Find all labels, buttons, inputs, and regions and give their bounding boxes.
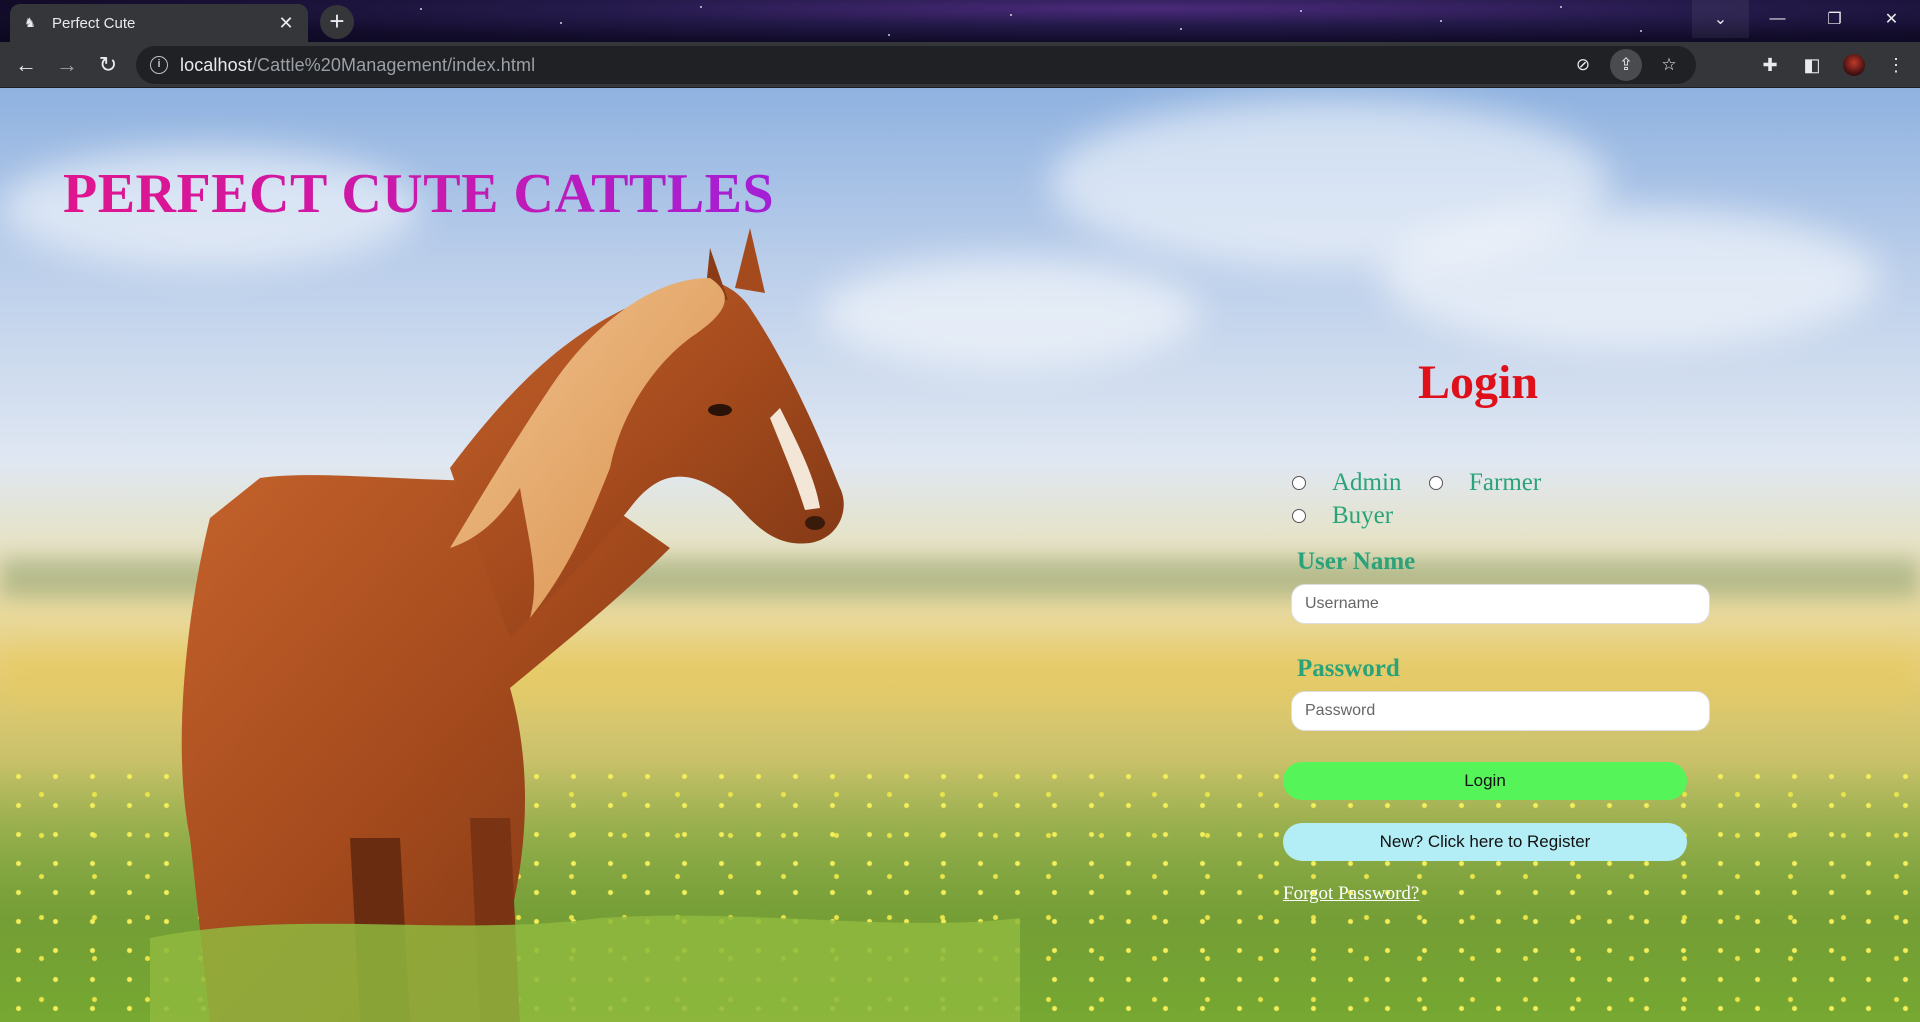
eye-off-icon[interactable]: ⊘ <box>1570 52 1596 78</box>
forward-icon[interactable]: → <box>51 49 83 81</box>
extensions-icon[interactable]: ✚ <box>1754 49 1786 81</box>
password-input[interactable] <box>1291 691 1710 731</box>
back-icon[interactable]: ← <box>10 49 42 81</box>
role-label-buyer: Buyer <box>1332 502 1394 529</box>
admin-radio[interactable] <box>1292 476 1306 490</box>
forgot-password-link[interactable]: Forgot Password? <box>1283 883 1419 905</box>
close-icon[interactable]: ✕ <box>1863 0 1920 38</box>
browser-titlebar: ♞ Perfect Cute ✕ + ⌄ — ❐ ✕ <box>0 0 1920 42</box>
menu-icon[interactable]: ⋮ <box>1880 49 1912 81</box>
share-icon[interactable]: ⇪ <box>1610 49 1642 81</box>
url-text[interactable]: localhost/Cattle%20Management/index.html <box>180 55 535 76</box>
horse-image <box>150 228 1020 1022</box>
browser-tab[interactable]: ♞ Perfect Cute ✕ <box>10 4 308 42</box>
login-heading: Login <box>1418 356 1539 409</box>
avatar-icon <box>1843 54 1865 76</box>
role-option-farmer[interactable]: Farmer <box>1429 469 1541 497</box>
page-viewport: PERFECT CUTE CATTLES <box>0 88 1920 1022</box>
chevron-down-icon[interactable]: ⌄ <box>1692 0 1749 38</box>
star-icon[interactable]: ☆ <box>1656 52 1682 78</box>
new-tab-button[interactable]: + <box>320 5 354 39</box>
side-panel-icon[interactable]: ◧ <box>1796 49 1828 81</box>
role-label-farmer: Farmer <box>1469 469 1542 496</box>
address-bar[interactable]: i localhost/Cattle%20Management/index.ht… <box>136 46 1696 84</box>
buyer-radio[interactable] <box>1292 509 1306 523</box>
password-label: Password <box>1297 655 1400 682</box>
window-controls: ⌄ — ❐ ✕ <box>1692 0 1920 38</box>
farmer-radio[interactable] <box>1429 476 1443 490</box>
plus-icon: + <box>329 6 345 36</box>
username-label: User Name <box>1297 548 1416 575</box>
profile-avatar[interactable] <box>1838 49 1870 81</box>
role-label-admin: Admin <box>1332 469 1402 496</box>
reload-icon[interactable]: ↻ <box>92 49 124 81</box>
role-option-admin[interactable]: Admin <box>1292 469 1401 497</box>
role-option-buyer[interactable]: Buyer <box>1292 502 1393 530</box>
register-button[interactable]: New? Click here to Register <box>1283 823 1687 861</box>
info-icon[interactable]: i <box>150 56 168 74</box>
horse-favicon-icon: ♞ <box>24 15 36 30</box>
login-button[interactable]: Login <box>1283 762 1687 800</box>
minimize-icon[interactable]: — <box>1749 0 1806 38</box>
restore-icon[interactable]: ❐ <box>1806 0 1863 38</box>
site-title: PERFECT CUTE CATTLES <box>63 163 775 225</box>
tab-title: Perfect Cute <box>52 14 136 32</box>
browser-toolbar: ← → ↻ i localhost/Cattle%20Management/in… <box>0 42 1920 88</box>
username-input[interactable] <box>1291 584 1710 624</box>
close-icon[interactable]: ✕ <box>276 13 296 34</box>
